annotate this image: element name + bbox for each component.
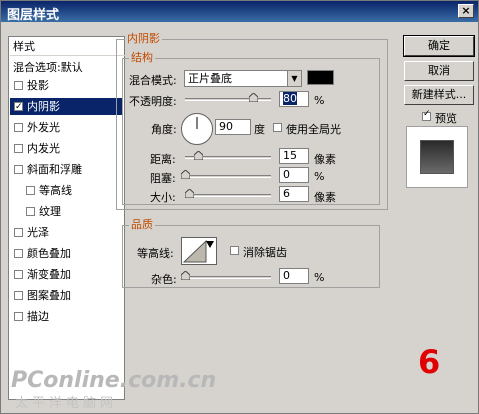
opacity-label: 不透明度: bbox=[129, 95, 177, 108]
choke-input[interactable]: 0 bbox=[279, 167, 309, 183]
size-unit: 像素 bbox=[314, 191, 336, 204]
size-slider-thumb[interactable] bbox=[185, 189, 194, 198]
style-item-label: 外发光 bbox=[27, 121, 60, 134]
style-item-checkbox[interactable] bbox=[14, 165, 23, 174]
angle-unit: 度 bbox=[254, 123, 265, 136]
preview-swatch bbox=[420, 140, 454, 174]
close-button[interactable]: × bbox=[458, 4, 474, 18]
size-input[interactable]: 6 bbox=[279, 186, 309, 202]
watermark-text: 太平洋电脑网 bbox=[15, 396, 118, 411]
style-item-label: 描边 bbox=[27, 310, 49, 323]
distance-input[interactable]: 15 bbox=[279, 148, 309, 164]
choke-label: 阻塞: bbox=[150, 172, 176, 185]
style-item-11[interactable]: 图案叠加 bbox=[10, 287, 123, 304]
choke-unit: % bbox=[314, 170, 325, 183]
opacity-unit: % bbox=[314, 94, 325, 107]
style-item-6[interactable]: 等高线 bbox=[10, 182, 123, 199]
global-light-label: 使用全局光 bbox=[286, 123, 341, 136]
style-item-checkbox[interactable] bbox=[14, 99, 23, 116]
blend-mode-label: 混合模式: bbox=[129, 74, 177, 87]
style-item-10[interactable]: 渐变叠加 bbox=[10, 266, 123, 283]
style-item-label: 光泽 bbox=[27, 226, 49, 239]
angle-input[interactable]: 90 bbox=[215, 119, 251, 135]
style-item-checkbox[interactable] bbox=[14, 270, 23, 279]
global-light-checkbox[interactable] bbox=[273, 123, 282, 132]
style-item-2[interactable]: 内阴影 bbox=[10, 98, 123, 116]
angle-dial[interactable] bbox=[181, 113, 213, 145]
choke-slider-thumb[interactable] bbox=[181, 170, 190, 179]
style-item-label: 图案叠加 bbox=[27, 289, 71, 302]
layer-style-dialog: 图层样式 × 样式 混合选项:默认 投影内阴影外发光内发光斜面和浮雕等高线纹理光… bbox=[0, 0, 479, 414]
noise-slider-thumb[interactable] bbox=[181, 271, 190, 280]
quality-title: 品质 bbox=[129, 218, 155, 231]
contour-label: 等高线: bbox=[137, 247, 174, 260]
ok-button[interactable]: 确定 bbox=[403, 35, 475, 57]
watermark-logo: PConline.com.cn bbox=[11, 368, 217, 393]
style-item-checkbox[interactable] bbox=[26, 207, 35, 216]
noise-unit: % bbox=[314, 271, 325, 284]
style-item-checkbox[interactable] bbox=[14, 312, 23, 321]
contour-curve-icon bbox=[182, 239, 214, 263]
style-item-checkbox[interactable] bbox=[14, 249, 23, 258]
preview-label: 预览 bbox=[435, 112, 457, 125]
style-item-7[interactable]: 纹理 bbox=[10, 203, 123, 220]
style-item-checkbox[interactable] bbox=[26, 186, 35, 195]
antialias-label: 消除锯齿 bbox=[243, 246, 287, 259]
distance-slider-thumb[interactable] bbox=[194, 151, 203, 160]
angle-label: 角度: bbox=[151, 123, 177, 136]
cancel-button[interactable]: 取消 bbox=[404, 61, 474, 81]
style-item-label: 渐变叠加 bbox=[27, 268, 71, 281]
style-item-label: 纹理 bbox=[39, 205, 61, 218]
style-item-checkbox[interactable] bbox=[14, 144, 23, 153]
opacity-value: 80 bbox=[283, 92, 297, 105]
opacity-slider-thumb[interactable] bbox=[249, 93, 258, 102]
style-item-12[interactable]: 描边 bbox=[10, 308, 123, 325]
noise-label: 杂色: bbox=[151, 273, 177, 286]
new-style-button[interactable]: 新建样式... bbox=[404, 85, 474, 105]
noise-input[interactable]: 0 bbox=[279, 268, 309, 284]
angle-needle-icon bbox=[196, 117, 198, 129]
contour-picker[interactable] bbox=[181, 237, 217, 265]
style-item-checkbox[interactable] bbox=[14, 123, 23, 132]
style-item-checkbox[interactable] bbox=[14, 81, 23, 90]
style-item-checkbox[interactable] bbox=[14, 228, 23, 237]
antialias-checkbox[interactable] bbox=[230, 246, 239, 255]
style-item-label: 等高线 bbox=[39, 184, 72, 197]
choke-slider[interactable] bbox=[185, 175, 271, 178]
style-item-5[interactable]: 斜面和浮雕 bbox=[10, 161, 123, 178]
blend-mode-select[interactable]: 正片叠底 ▼ bbox=[184, 70, 302, 87]
size-slider[interactable] bbox=[185, 194, 271, 197]
style-item-checkbox[interactable] bbox=[14, 291, 23, 300]
style-item-label: 投影 bbox=[27, 79, 49, 92]
shadow-color-swatch[interactable] bbox=[307, 70, 334, 85]
style-item-3[interactable]: 外发光 bbox=[10, 119, 123, 136]
styles-list: 样式 混合选项:默认 投影内阴影外发光内发光斜面和浮雕等高线纹理光泽颜色叠加渐变… bbox=[8, 36, 126, 400]
noise-slider[interactable] bbox=[185, 276, 271, 279]
size-label: 大小: bbox=[150, 191, 176, 204]
distance-label: 距离: bbox=[150, 153, 176, 166]
inner-shadow-title: 内阴影 bbox=[125, 32, 162, 45]
distance-unit: 像素 bbox=[314, 153, 336, 166]
styles-header[interactable]: 样式 bbox=[10, 38, 126, 56]
title-bar: 图层样式 × bbox=[1, 1, 478, 23]
style-item-label: 内发光 bbox=[27, 142, 60, 155]
structure-title: 结构 bbox=[129, 51, 155, 64]
style-item-label: 内阴影 bbox=[27, 100, 60, 113]
preview-checkbox[interactable] bbox=[422, 109, 431, 121]
opacity-input[interactable]: 80 bbox=[279, 91, 309, 107]
style-item-1[interactable]: 投影 bbox=[10, 77, 123, 94]
dialog-title: 图层样式 bbox=[7, 8, 60, 23]
style-item-9[interactable]: 颜色叠加 bbox=[10, 245, 123, 262]
blend-options-item[interactable]: 混合选项:默认 bbox=[10, 59, 126, 76]
style-item-label: 斜面和浮雕 bbox=[27, 163, 82, 176]
style-preview bbox=[406, 126, 468, 188]
blend-mode-value: 正片叠底 bbox=[188, 72, 232, 85]
chevron-down-icon: ▼ bbox=[287, 71, 301, 86]
style-item-label: 颜色叠加 bbox=[27, 247, 71, 260]
opacity-slider[interactable] bbox=[185, 98, 271, 101]
style-item-8[interactable]: 光泽 bbox=[10, 224, 123, 241]
step-number: 6 bbox=[418, 343, 441, 381]
style-item-4[interactable]: 内发光 bbox=[10, 140, 123, 157]
